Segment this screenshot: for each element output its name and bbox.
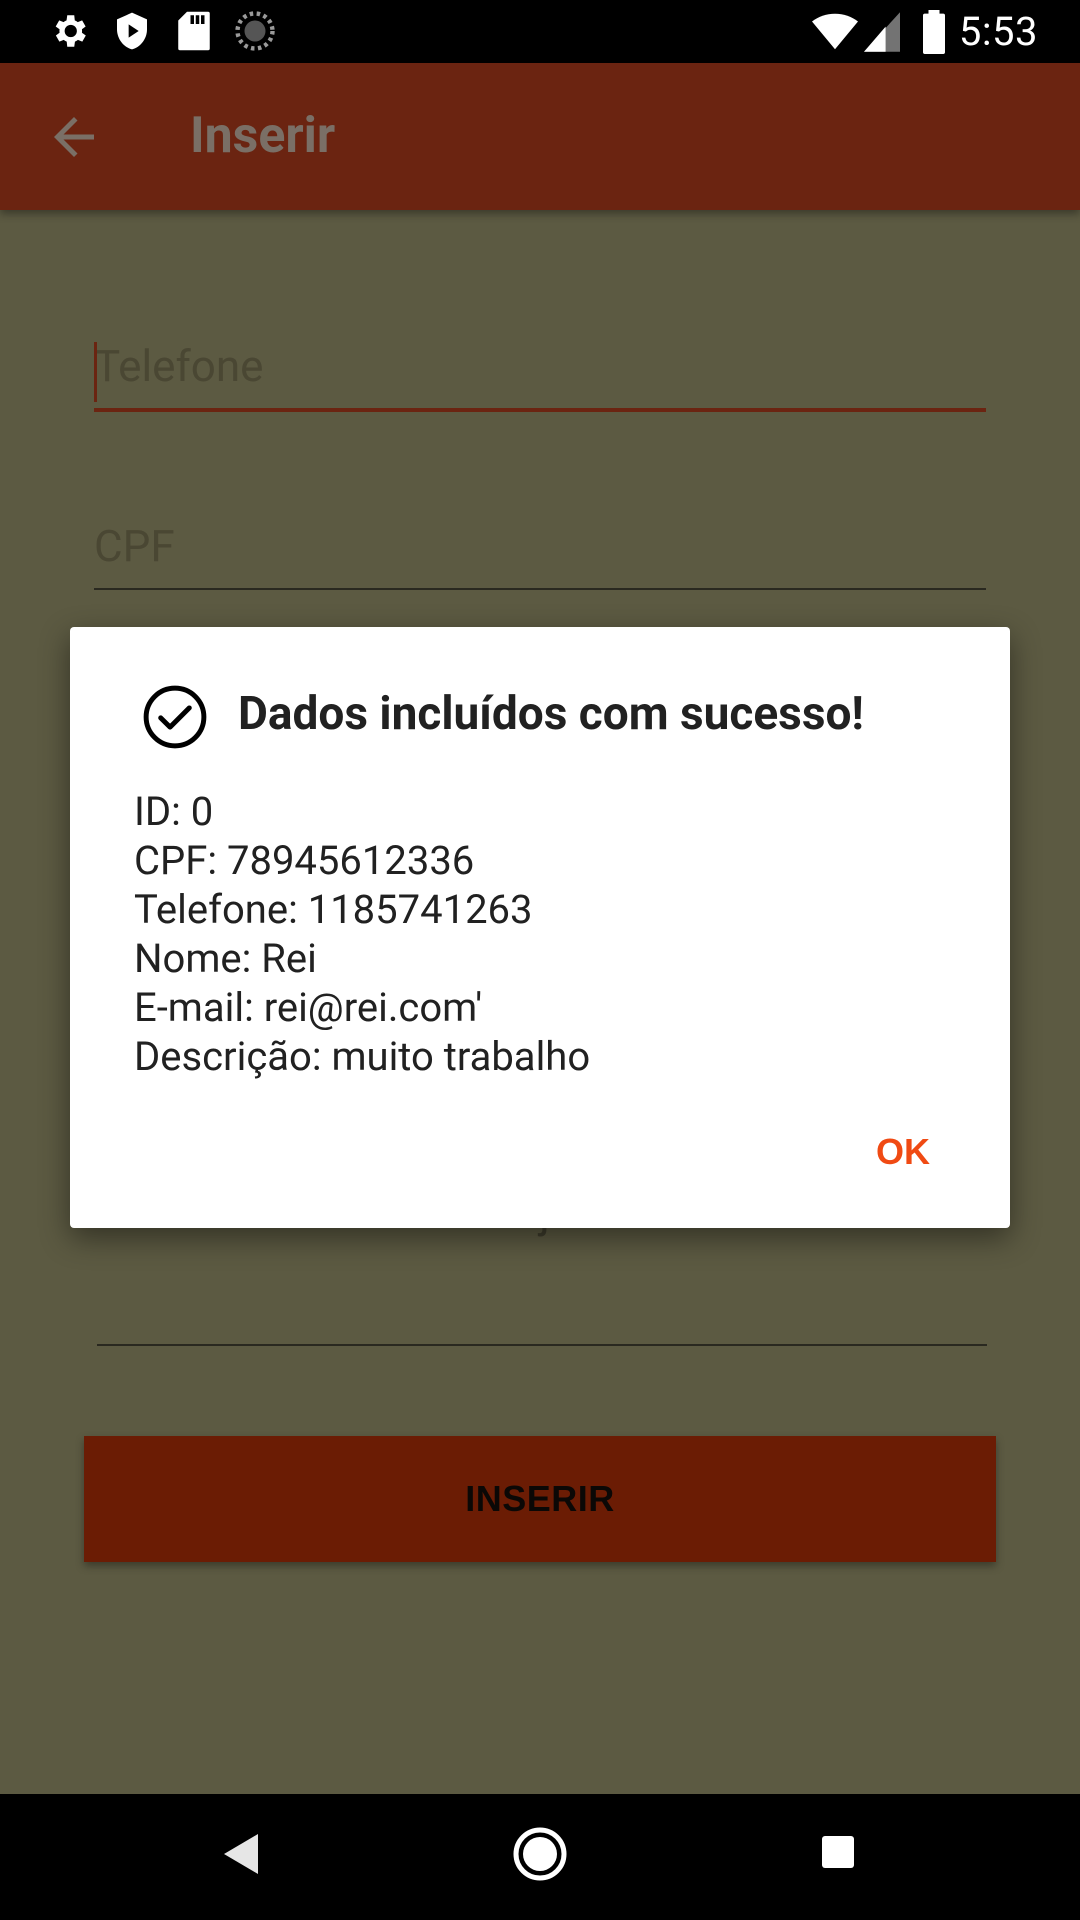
cpf-placeholder: CPF [94, 520, 175, 572]
dialog-message: ID: 0 CPF: 78945612336 Telefone: 1185741… [134, 787, 590, 1081]
dialog-line-telefone: Telefone: 1185741263 [134, 886, 533, 933]
insert-button[interactable]: INSERIR [84, 1436, 996, 1562]
dialog-line-email: E-mail: rei@rei.com' [134, 984, 483, 1031]
dialog-line-cpf: CPF: 78945612336 [134, 837, 475, 884]
sync-icon [235, 11, 275, 51]
cpf-field[interactable]: CPF [94, 520, 986, 600]
nav-home-icon[interactable] [512, 1826, 568, 1882]
dialog-line-descricao: Descrição: muito trabalho [134, 1033, 591, 1080]
dialog-line-id: ID: 0 [134, 788, 214, 835]
dialog-line-nome: Nome: Rei [134, 935, 317, 982]
dialog-title: Dados incluídos com sucesso! [238, 687, 864, 741]
cpf-underline [94, 588, 986, 590]
app-bar: Inserir [0, 63, 1080, 210]
wifi-icon [812, 13, 858, 50]
nav-back-icon[interactable] [222, 1832, 262, 1876]
status-bar: 5:53 [0, 0, 1080, 63]
navigation-bar [0, 1794, 1080, 1920]
telefone-field[interactable]: Telefone [94, 340, 986, 420]
cell-signal-icon [864, 12, 900, 52]
sd-card-icon [178, 11, 210, 51]
battery-icon [923, 10, 945, 54]
page-title: Inserir [190, 107, 336, 165]
ok-button[interactable]: OK [876, 1131, 930, 1173]
arrow-back-icon[interactable] [44, 107, 104, 167]
text-cursor [94, 342, 97, 402]
telefone-underline [94, 408, 986, 412]
shield-icon [117, 12, 147, 50]
check-circle-icon [143, 685, 207, 749]
settings-icon [55, 15, 86, 47]
descricao-underline[interactable] [97, 1344, 987, 1346]
success-dialog: Dados incluídos com sucesso! ID: 0 CPF: … [70, 627, 1010, 1228]
telefone-placeholder: Telefone [94, 340, 264, 392]
nav-recents-icon[interactable] [820, 1834, 856, 1870]
clock: 5:53 [958, 8, 1038, 55]
